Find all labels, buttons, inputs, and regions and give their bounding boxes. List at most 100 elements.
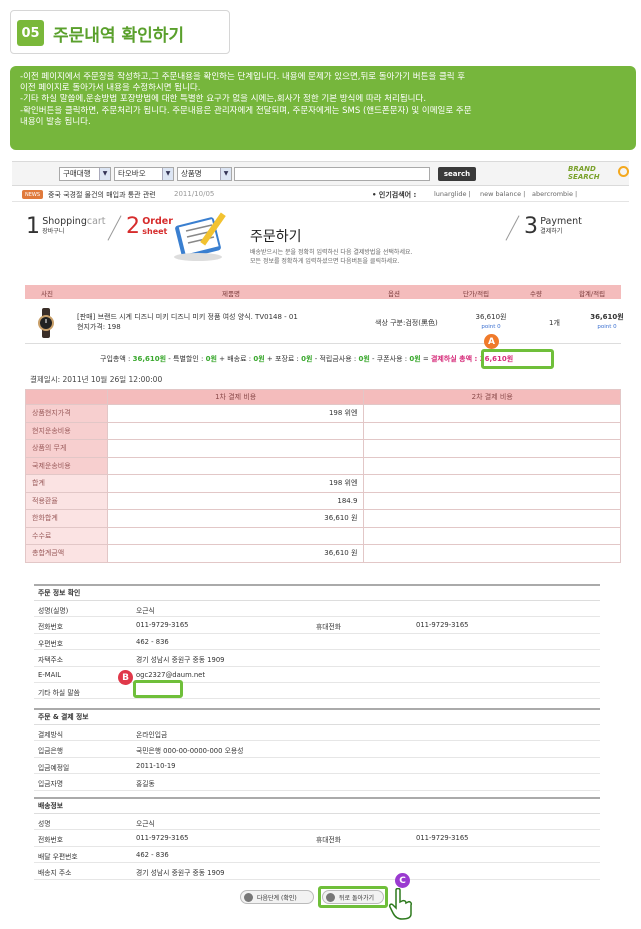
instruction-line: 이전 페이지로 돌아가서 내용을 수정하시면 됩니다. — [20, 83, 201, 94]
hot-keyword-link[interactable]: new balance | — [480, 190, 525, 198]
info-value: 011-9729-3165 — [136, 834, 189, 843]
column-header: 단가/적립 — [462, 290, 490, 298]
totals-label: - 쿠폰사용 : — [372, 355, 410, 363]
info-value: 011-9729-3165 — [416, 834, 469, 843]
step-number: 1 — [26, 214, 40, 239]
totals-value: 0원 — [358, 355, 370, 363]
back-button[interactable]: 뒤로 돌아가기 — [322, 890, 384, 904]
category-select[interactable]: 구매대행 ▼ — [59, 167, 111, 181]
step-label-ko: 장바구니 — [42, 228, 65, 235]
search-bar: 구매대행 ▼ 타오바오 ▼ 상품명 ▼ search BRAND SEARCH — [12, 161, 629, 186]
cost-row: 수수료 — [25, 526, 621, 545]
step-order-sheet: 2 Order sheet — [126, 215, 173, 239]
product-name-line: [판매] 브랜드 시계 디즈니 미키 디즈니 미키 정품 여성 양식. TV01… — [77, 313, 298, 321]
news-badge: NEWS — [22, 190, 43, 199]
totals-label: + 배송료 : — [219, 355, 254, 363]
info-label: 입금은행 — [38, 747, 64, 756]
cost-label: 국제운송비용 — [25, 456, 108, 475]
arrow-circle-icon — [244, 893, 253, 902]
cost-row: 현지운송비용 — [25, 421, 621, 440]
page-title: 주문하기 — [250, 229, 302, 245]
step-label-sub: cart — [86, 216, 106, 227]
info-value: 오근식 — [136, 607, 155, 615]
search-button[interactable]: search — [438, 167, 476, 181]
annotation-marker-c: C — [395, 873, 410, 888]
step-label-main: Payment — [540, 216, 582, 227]
product-sum: 36,610원 point 0 — [585, 312, 629, 332]
cost-row: 적용환율 184.9 — [25, 491, 621, 510]
column-header: 1차 결제 비용 — [106, 389, 365, 405]
cost-row: 합계 198 위엔 — [25, 474, 621, 493]
hot-keyword-link[interactable]: lunarglide | — [434, 190, 471, 198]
section-title: 주문내역 확인하기 — [53, 26, 185, 46]
info-label: 우편번호 — [38, 639, 64, 648]
totals-value: 0원 — [409, 355, 421, 363]
totals-label: 구입총액 : — [100, 355, 133, 363]
cost-value: 198 위엔 — [106, 474, 365, 493]
payment-info-section: 주문 & 결제 정보 결제방식 온라인입금 입금은행 국민은행 000-00-000… — [34, 708, 600, 791]
info-value: 경기 성남시 중원구 중동 1909 — [136, 869, 225, 878]
info-value: 2011-10-19 — [136, 761, 176, 770]
news-date: 2011/10/05 — [174, 190, 215, 198]
info-label: 휴대전화 — [316, 623, 342, 632]
info-label: 입금예정일 — [38, 763, 70, 772]
info-label: 휴대전화 — [316, 836, 342, 845]
cost-value-2 — [363, 509, 621, 528]
cost-value-2 — [363, 526, 621, 545]
category-select-value: 구매대행 — [63, 169, 91, 178]
annotation-marker-a: A — [484, 334, 499, 349]
cost-row: 총합계금액 36,610 원 — [25, 544, 621, 563]
product-thumbnail[interactable] — [33, 308, 59, 338]
info-row: 배달 우편번호 462 - 836 — [34, 847, 600, 864]
chevron-down-icon: ▼ — [162, 168, 173, 180]
section-heading: 05 주문내역 확인하기 — [10, 10, 230, 54]
column-header: 사진 — [41, 290, 53, 298]
unit-point: point 0 — [481, 324, 501, 330]
info-row: 성명(실명) 오근식 — [34, 601, 600, 618]
highlight-box-memo — [133, 680, 183, 698]
info-row: 전화번호 011-9729-3165 휴대전화 011-9729-3165 — [34, 617, 600, 634]
step-label: Shoppingcart 장바구니 — [42, 217, 105, 237]
info-label: 기타 하실 말씀 — [38, 688, 80, 697]
search-input[interactable] — [234, 167, 430, 181]
product-name[interactable]: [판매] 브랜드 시계 디즈니 미키 디즈니 미키 정품 여성 양식. TV01… — [77, 312, 298, 332]
cost-value-2 — [363, 474, 621, 493]
brand-search-link[interactable]: BRAND SEARCH — [568, 165, 600, 181]
next-step-button[interactable]: 다음단계 (확인) — [240, 890, 314, 904]
field-select[interactable]: 상품명 ▼ — [177, 167, 232, 181]
info-row: 입금예정일 2011-10-19 — [34, 758, 600, 775]
cost-row: 국제운송비용 — [25, 456, 621, 475]
arrow-circle-icon — [326, 893, 335, 902]
product-unit-price: 36,610원 point 0 — [469, 312, 513, 332]
column-header: 2차 결제 비용 — [363, 389, 621, 405]
info-value: 462 - 836 — [136, 637, 169, 646]
info-label: 전화번호 — [38, 836, 64, 845]
news-bar: NEWS 중국 국경절 물건의 매입과 통관 관련 2011/10/05 • 인… — [12, 187, 629, 202]
page-description-line: 배송받으시는 분을 정확히 입력하신 다음 결제방법을 선택하세요. — [250, 249, 413, 256]
step-number: 2 — [126, 214, 140, 239]
info-row: 입금자명 홍길동 — [34, 774, 600, 791]
info-value: 국민은행 000-00-0000-000 오용성 — [136, 747, 244, 756]
site-select-value: 타오바오 — [118, 169, 146, 178]
section-number: 05 — [17, 20, 44, 46]
cost-value-2 — [363, 456, 621, 475]
column-header: 수량 — [530, 290, 542, 298]
order-totals: 구입총액 : 36,610원 - 특별할인 : 0원 + 배송료 : 0원 + … — [100, 354, 513, 364]
info-value: 경기 성남시 중원구 중동 1909 — [136, 656, 225, 665]
brand-line2: SEARCH — [568, 173, 600, 181]
cost-label: 상품의 무게 — [25, 439, 108, 458]
cost-table-header: 1차 결제 비용 2차 결제 비용 — [25, 389, 621, 405]
info-value: 오근식 — [136, 820, 155, 828]
info-value: 온라인입금 — [136, 731, 168, 739]
site-select[interactable]: 타오바오 ▼ — [114, 167, 174, 181]
product-table-header: 사진 제품명 옵션 단가/적립 수량 합계/적립 — [25, 285, 621, 299]
info-row: 자택주소 경기 성남시 중원구 중동 1909 — [34, 650, 600, 667]
sum-value: 36,610원 — [590, 313, 624, 321]
info-label: 성명 — [38, 820, 51, 828]
hot-keyword-link[interactable]: abercrombie | — [532, 190, 577, 198]
news-link[interactable]: 중국 국경절 물건의 매입과 통관 관련 — [48, 190, 156, 200]
instruction-line: -이전 페이지에서 주문장을 작성하고,그 주문내용을 확인하는 단계입니다. … — [20, 72, 466, 82]
totals-label: + 포장료 : — [266, 355, 302, 363]
totals-value: 0원 — [253, 355, 265, 363]
step-number: 3 — [524, 214, 538, 239]
